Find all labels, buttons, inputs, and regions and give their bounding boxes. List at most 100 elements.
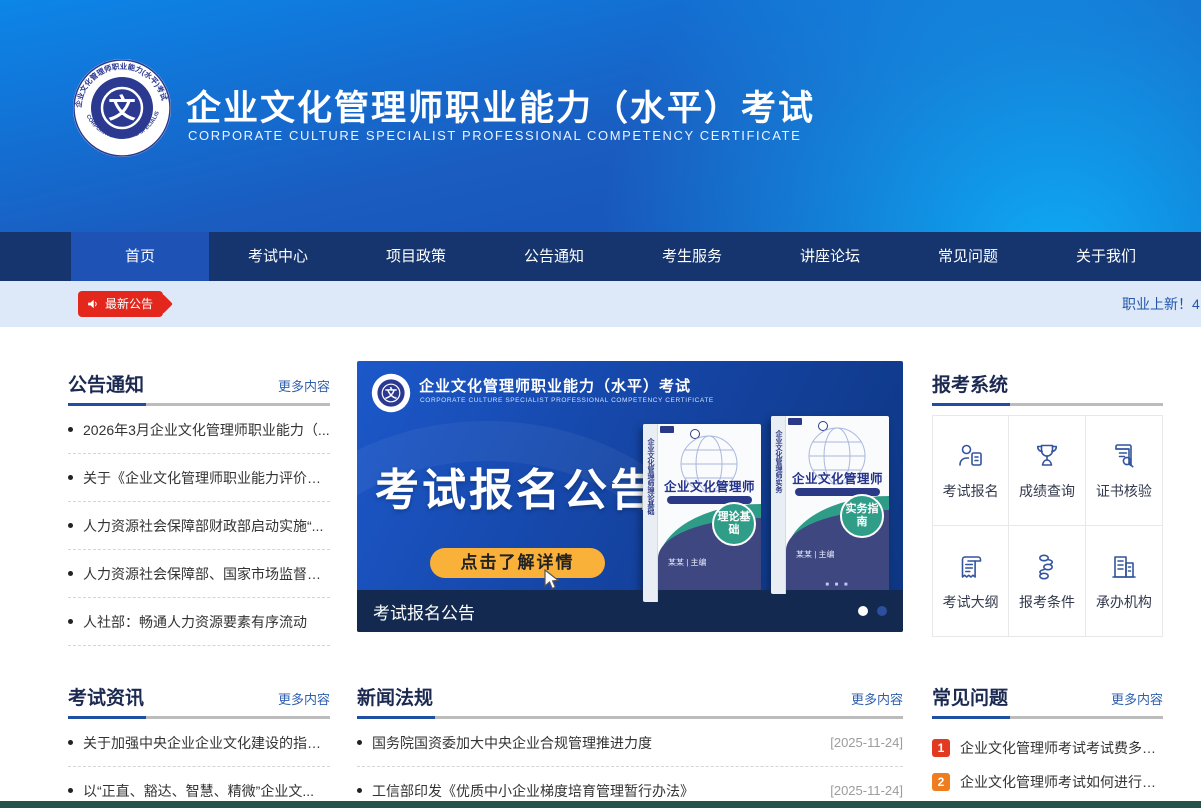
- apply-cell-label: 考试大纲: [943, 592, 999, 612]
- faq-more-link[interactable]: 更多内容: [1111, 689, 1163, 710]
- apply-cell-label: 承办机构: [1096, 592, 1152, 612]
- nav-item-lecture-forum[interactable]: 讲座论坛: [761, 232, 899, 281]
- book-title: 企业文化管理师: [786, 468, 889, 487]
- book-spine: 企业文化管理师实务: [771, 416, 786, 594]
- banner-title: 企业文化管理师职业能力（水平）考试: [419, 375, 691, 396]
- list-item-text: 2026年3月企业文化管理师职业能力（...: [83, 420, 330, 440]
- section-underline: [932, 403, 1163, 406]
- faq-item[interactable]: 2 企业文化管理师考试如何进行报名...: [932, 765, 1163, 799]
- faq-number-badge: 1: [932, 739, 950, 757]
- apply-cell-outline[interactable]: 考试大纲: [933, 526, 1009, 636]
- apply-cell-label: 报考条件: [1019, 592, 1075, 612]
- latest-announcement-label: 最新公告: [105, 291, 153, 317]
- book-badge: 实务指南: [840, 494, 884, 538]
- apply-cell-conditions[interactable]: 报考条件: [1009, 526, 1085, 636]
- building-icon: [1108, 551, 1140, 583]
- site-logo: 企业文化管理师职业能力(水平)考试 CORPORATE CULTURE SPEC…: [72, 58, 172, 158]
- list-item[interactable]: 关于加强中央企业企业文化建设的指导...: [68, 719, 330, 767]
- list-item-text: 以“正直、豁达、智慧、精微”企业文...: [83, 781, 330, 801]
- flow-link-icon: [1031, 551, 1063, 583]
- banner-books: 企业文化管理师理论基础 企业文化管理师 理论基础 某某: [643, 416, 895, 600]
- book-theory: 企业文化管理师理论基础 企业文化管理师 理论基础 某某: [643, 424, 761, 602]
- faq-item-text: 企业文化管理师考试如何进行报名...: [960, 772, 1163, 792]
- announcement-ticker[interactable]: 职业上新！4: [1122, 281, 1200, 327]
- book-spine: 企业文化管理师理论基础: [643, 424, 658, 602]
- apply-cell-organizers[interactable]: 承办机构: [1086, 526, 1162, 636]
- apply-cell-cert-verify[interactable]: 证书核验: [1086, 416, 1162, 526]
- nav-item-exam-center[interactable]: 考试中心: [209, 232, 347, 281]
- faq-item[interactable]: 1 企业文化管理师考试考试费多少，...: [932, 731, 1163, 765]
- carousel-dot[interactable]: [877, 606, 887, 616]
- apply-section: 报考系统 考试报名 成绩查询: [932, 370, 1163, 637]
- book-cover: 企业文化管理师 理论基础 某某 | 主编 ■ ■ ■: [658, 424, 761, 602]
- bullet-icon: [357, 788, 362, 793]
- faq-list: 1 企业文化管理师考试考试费多少，... 2 企业文化管理师考试如何进行报名..…: [932, 731, 1163, 808]
- latest-announcement-badge: 最新公告: [78, 291, 163, 317]
- faq-number-badge: 2: [932, 773, 950, 791]
- book-cover: 企业文化管理师 实务指南 某某 | 主编 ■ ■ ■: [786, 416, 889, 594]
- banner-detail-button[interactable]: 点击了解详情: [430, 548, 605, 578]
- exam-news-section: 考试资讯 更多内容 关于加强中央企业企业文化建设的指导... 以“正直、豁达、智…: [68, 683, 330, 808]
- laws-list: 国务院国资委加大中央企业合规管理推进力度 [2025-11-24] 工信部印发《…: [357, 719, 903, 808]
- apply-cell-scores[interactable]: 成绩查询: [1009, 416, 1085, 526]
- logo-icon: 企业文化管理师职业能力(水平)考试 CORPORATE CULTURE SPEC…: [72, 58, 172, 158]
- certificate-search-icon: [1108, 440, 1140, 472]
- laws-more-link[interactable]: 更多内容: [851, 689, 903, 710]
- trophy-icon: [1031, 440, 1063, 472]
- banner-subtitle: CORPORATE CULTURE SPECIALIST PROFESSIONA…: [420, 397, 714, 404]
- nav-item-announcements[interactable]: 公告通知: [485, 232, 623, 281]
- section-underline: [68, 403, 330, 406]
- notice-more-link[interactable]: 更多内容: [278, 376, 330, 397]
- faq-title: 常见问题: [932, 683, 1008, 710]
- notice-list: 2026年3月企业文化管理师职业能力（... 关于《企业文化管理师职业能力评价规…: [68, 406, 330, 646]
- carousel-caption: 考试报名公告: [373, 599, 475, 624]
- bullet-icon: [68, 427, 73, 432]
- list-item-text: 人力资源社会保障部财政部启动实施“...: [83, 516, 330, 536]
- main-nav: 首页 考试中心 项目政策 公告通知 考生服务 讲座论坛 常见问题 关于我们: [0, 232, 1201, 281]
- exam-news-title: 考试资讯: [68, 683, 144, 710]
- book-author: 某某 | 主编: [668, 557, 707, 568]
- page: 企业文化管理师职业能力(水平)考试 CORPORATE CULTURE SPEC…: [0, 0, 1201, 808]
- site-header: 企业文化管理师职业能力(水平)考试 CORPORATE CULTURE SPEC…: [0, 0, 1201, 232]
- list-item-text: 关于加强中央企业企业文化建设的指导...: [83, 733, 330, 753]
- apply-cell-register[interactable]: 考试报名: [933, 416, 1009, 526]
- banner-headline: 考试报名公告: [375, 454, 657, 518]
- nav-item-faq[interactable]: 常见问题: [899, 232, 1037, 281]
- apply-grid: 考试报名 成绩查询 证书核验: [932, 415, 1163, 637]
- apply-title: 报考系统: [932, 370, 1008, 397]
- nav-item-home[interactable]: 首页: [71, 232, 209, 281]
- list-item[interactable]: 2026年3月企业文化管理师职业能力（...: [68, 406, 330, 454]
- person-card-icon: [955, 440, 987, 472]
- exam-news-more-link[interactable]: 更多内容: [278, 689, 330, 710]
- list-item[interactable]: 人社部：畅通人力资源要素有序流动: [68, 598, 330, 646]
- nav-item-candidate-svc[interactable]: 考生服务: [623, 232, 761, 281]
- bottom-strip: [0, 801, 1201, 808]
- bullet-icon: [68, 740, 73, 745]
- apply-cell-label: 考试报名: [943, 481, 999, 501]
- list-item[interactable]: 人力资源社会保障部、国家市场监督管...: [68, 550, 330, 598]
- svg-text:文: 文: [385, 385, 398, 400]
- section-underline: [932, 716, 1163, 719]
- list-item[interactable]: 人力资源社会保障部财政部启动实施“...: [68, 502, 330, 550]
- list-item-text: 工信部印发《优质中小企业梯度培育管理暂行办法》: [372, 781, 820, 801]
- bullet-icon: [68, 475, 73, 480]
- apply-cell-label: 成绩查询: [1019, 481, 1075, 501]
- bullet-icon: [68, 523, 73, 528]
- banner-logo-icon: 文: [371, 373, 411, 413]
- list-item[interactable]: 关于《企业文化管理师职业能力评价规...: [68, 454, 330, 502]
- book-title: 企业文化管理师: [658, 476, 761, 495]
- carousel-dot[interactable]: [858, 606, 868, 616]
- speaker-icon: [86, 297, 100, 311]
- laws-section: 新闻法规 更多内容 国务院国资委加大中央企业合规管理推进力度 [2025-11-…: [357, 683, 903, 808]
- carousel-caption-bar: 考试报名公告: [357, 590, 903, 632]
- laws-title: 新闻法规: [357, 683, 433, 710]
- nav-item-about[interactable]: 关于我们: [1037, 232, 1175, 281]
- nav-item-policy[interactable]: 项目政策: [347, 232, 485, 281]
- list-item-text: 关于《企业文化管理师职业能力评价规...: [83, 468, 330, 488]
- list-item-text: 国务院国资委加大中央企业合规管理推进力度: [372, 733, 820, 753]
- cursor-icon: [542, 569, 562, 591]
- list-item-text: 人社部：畅通人力资源要素有序流动: [83, 612, 330, 632]
- announcement-bar: 最新公告 职业上新！4: [0, 281, 1201, 327]
- list-item[interactable]: 国务院国资委加大中央企业合规管理推进力度 [2025-11-24]: [357, 719, 903, 767]
- hero-carousel[interactable]: 文 企业文化管理师职业能力（水平）考试 CORPORATE CULTURE SP…: [357, 361, 903, 632]
